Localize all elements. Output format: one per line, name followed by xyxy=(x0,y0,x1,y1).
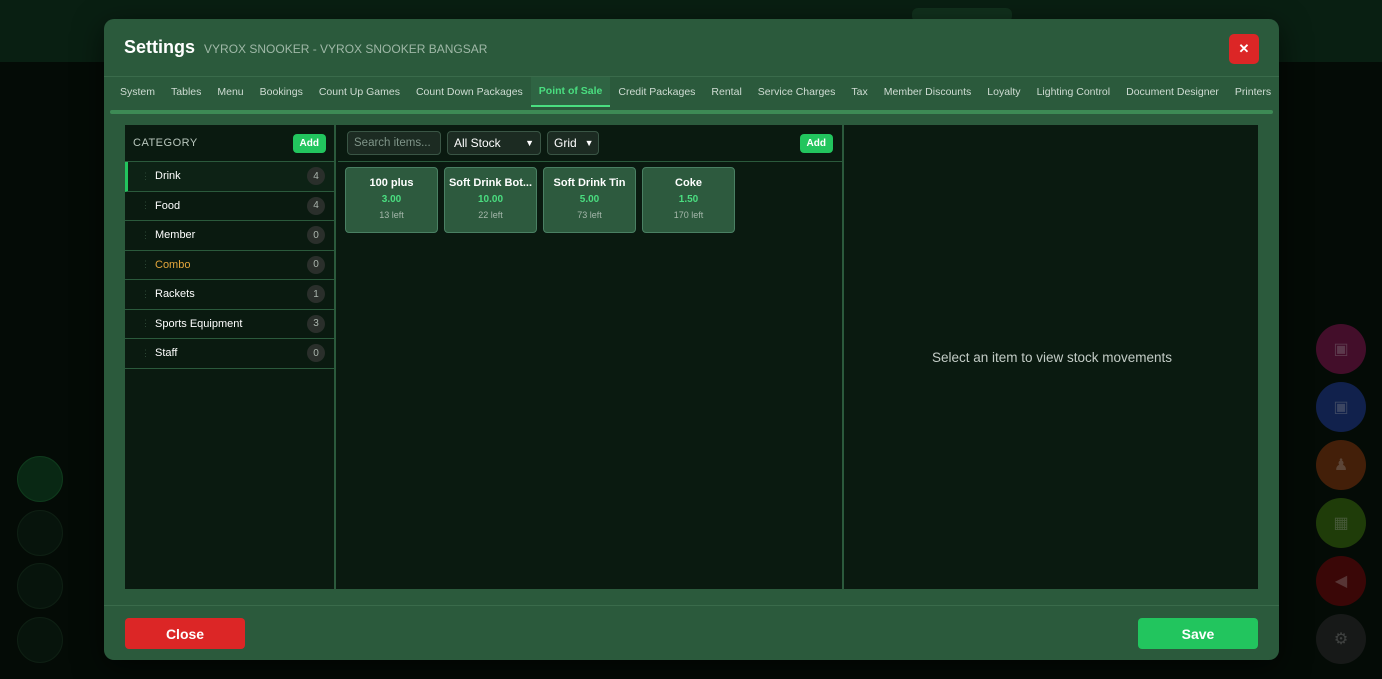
category-label: Staff xyxy=(155,347,178,360)
item-stock: 73 left xyxy=(577,210,602,220)
category-item-sports-equipment[interactable]: ⋮ Sports Equipment 3 xyxy=(125,310,334,339)
item-name: Soft Drink Tin xyxy=(553,177,626,189)
item-stock: 170 left xyxy=(673,210,704,220)
category-label: Rackets xyxy=(155,288,195,301)
category-count: 1 xyxy=(307,285,325,304)
tabs-scrollbar[interactable] xyxy=(110,110,1273,114)
item-name: 100 plus xyxy=(369,177,414,189)
add-category-button[interactable]: Add xyxy=(292,133,326,153)
item-price: 3.00 xyxy=(381,194,402,205)
drag-handle-icon[interactable]: ⋮ xyxy=(141,230,155,241)
view-mode-select[interactable]: Grid ▼ xyxy=(547,131,599,155)
tab-service-charges[interactable]: Service Charges xyxy=(750,77,844,107)
drag-handle-icon[interactable]: ⋮ xyxy=(141,318,155,329)
category-count: 3 xyxy=(307,314,325,333)
category-item-drink[interactable]: ⋮ Drink 4 xyxy=(125,162,334,192)
item-stock: 22 left xyxy=(478,210,503,220)
settings-modal: Settings VYROX SNOOKER - VYROX SNOOKER B… xyxy=(104,19,1279,660)
tab-bookings[interactable]: Bookings xyxy=(252,77,311,107)
stock-filter-select[interactable]: All Stock ▼ xyxy=(447,131,541,155)
drag-handle-icon[interactable]: ⋮ xyxy=(141,348,155,359)
tab-member-discounts[interactable]: Member Discounts xyxy=(876,77,980,107)
drag-handle-icon[interactable]: ⋮ xyxy=(141,171,155,182)
tab-lighting-control[interactable]: Lighting Control xyxy=(1029,77,1119,107)
modal-header: Settings VYROX SNOOKER - VYROX SNOOKER B… xyxy=(104,19,1279,77)
tab-document-designer[interactable]: Document Designer xyxy=(1118,77,1227,107)
tab-rental[interactable]: Rental xyxy=(703,77,749,107)
category-count: 0 xyxy=(307,255,325,274)
modal-subtitle: VYROX SNOOKER - VYROX SNOOKER BANGSAR xyxy=(204,41,488,56)
items-panel: Search items... All Stock ▼ Grid ▼ Add 1… xyxy=(338,125,844,589)
drag-handle-icon[interactable]: ⋮ xyxy=(141,259,155,270)
tab-credit-packages[interactable]: Credit Packages xyxy=(610,77,703,107)
modal-footer: Close Save xyxy=(104,605,1279,660)
tab-count-up-games[interactable]: Count Up Games xyxy=(311,77,408,107)
category-item-food[interactable]: ⋮ Food 4 xyxy=(125,192,334,221)
category-count: 4 xyxy=(307,196,325,215)
close-button[interactable]: Close xyxy=(125,618,245,649)
item-price: 5.00 xyxy=(579,194,600,205)
modal-title: Settings xyxy=(124,37,196,57)
drag-handle-icon[interactable]: ⋮ xyxy=(141,289,155,300)
close-icon[interactable]: ✕ xyxy=(1229,34,1259,64)
item-card[interactable]: Coke 1.50 170 left xyxy=(642,167,735,233)
category-header: CATEGORY Add xyxy=(125,125,334,162)
tab-printers[interactable]: Printers xyxy=(1227,77,1279,107)
category-count: 0 xyxy=(307,344,325,363)
stock-movements-panel: Select an item to view stock movements xyxy=(846,125,1258,589)
category-item-combo[interactable]: ⋮ Combo 0 xyxy=(125,251,334,280)
tab-menu[interactable]: Menu xyxy=(209,77,251,107)
category-label: Food xyxy=(155,199,181,212)
chevron-down-icon: ▼ xyxy=(525,138,534,148)
chevron-down-icon: ▼ xyxy=(584,138,594,148)
category-label: Drink xyxy=(155,170,181,183)
item-price: 10.00 xyxy=(477,194,504,205)
category-item-member[interactable]: ⋮ Member 0 xyxy=(125,221,334,251)
tab-tables[interactable]: Tables xyxy=(163,77,209,107)
item-card[interactable]: Soft Drink Tin 5.00 73 left xyxy=(543,167,636,233)
category-title: CATEGORY xyxy=(133,137,198,149)
settings-tabs: System Tables Menu Bookings Count Up Gam… xyxy=(104,77,1279,107)
category-label: Member xyxy=(155,229,196,242)
item-price: 1.50 xyxy=(678,194,699,205)
item-card[interactable]: Soft Drink Bot... 10.00 22 left xyxy=(444,167,537,233)
tab-point-of-sale[interactable]: Point of Sale xyxy=(530,77,611,107)
stock-filter-value: All Stock xyxy=(454,136,501,150)
items-grid: 100 plus 3.00 13 left Soft Drink Bot... … xyxy=(338,162,842,238)
add-item-button[interactable]: Add xyxy=(799,133,833,153)
tab-tax[interactable]: Tax xyxy=(843,77,875,107)
category-label: Sports Equipment xyxy=(155,317,243,330)
item-stock: 13 left xyxy=(379,210,404,220)
category-item-rackets[interactable]: ⋮ Rackets 1 xyxy=(125,280,334,310)
save-button[interactable]: Save xyxy=(1138,618,1258,649)
tab-loyalty[interactable]: Loyalty xyxy=(979,77,1028,107)
search-input[interactable]: Search items... xyxy=(347,131,441,155)
category-count: 0 xyxy=(307,226,325,245)
empty-state-message: Select an item to view stock movements xyxy=(931,349,1173,365)
category-panel: CATEGORY Add ⋮ Drink 4 ⋮ Food 4 ⋮ Member… xyxy=(125,125,336,589)
category-item-staff[interactable]: ⋮ Staff 0 xyxy=(125,339,334,369)
tab-system[interactable]: System xyxy=(112,77,163,107)
pos-content: CATEGORY Add ⋮ Drink 4 ⋮ Food 4 ⋮ Member… xyxy=(125,125,1258,589)
item-name: Soft Drink Bot... xyxy=(448,177,533,189)
drag-handle-icon[interactable]: ⋮ xyxy=(141,200,155,211)
item-card[interactable]: 100 plus 3.00 13 left xyxy=(345,167,438,233)
view-mode-value: Grid xyxy=(554,136,577,150)
items-toolbar: Search items... All Stock ▼ Grid ▼ Add xyxy=(338,125,842,162)
category-count: 4 xyxy=(307,167,325,186)
tab-count-down-packages[interactable]: Count Down Packages xyxy=(408,77,531,107)
item-name: Coke xyxy=(675,177,702,189)
category-label: Combo xyxy=(155,258,191,271)
